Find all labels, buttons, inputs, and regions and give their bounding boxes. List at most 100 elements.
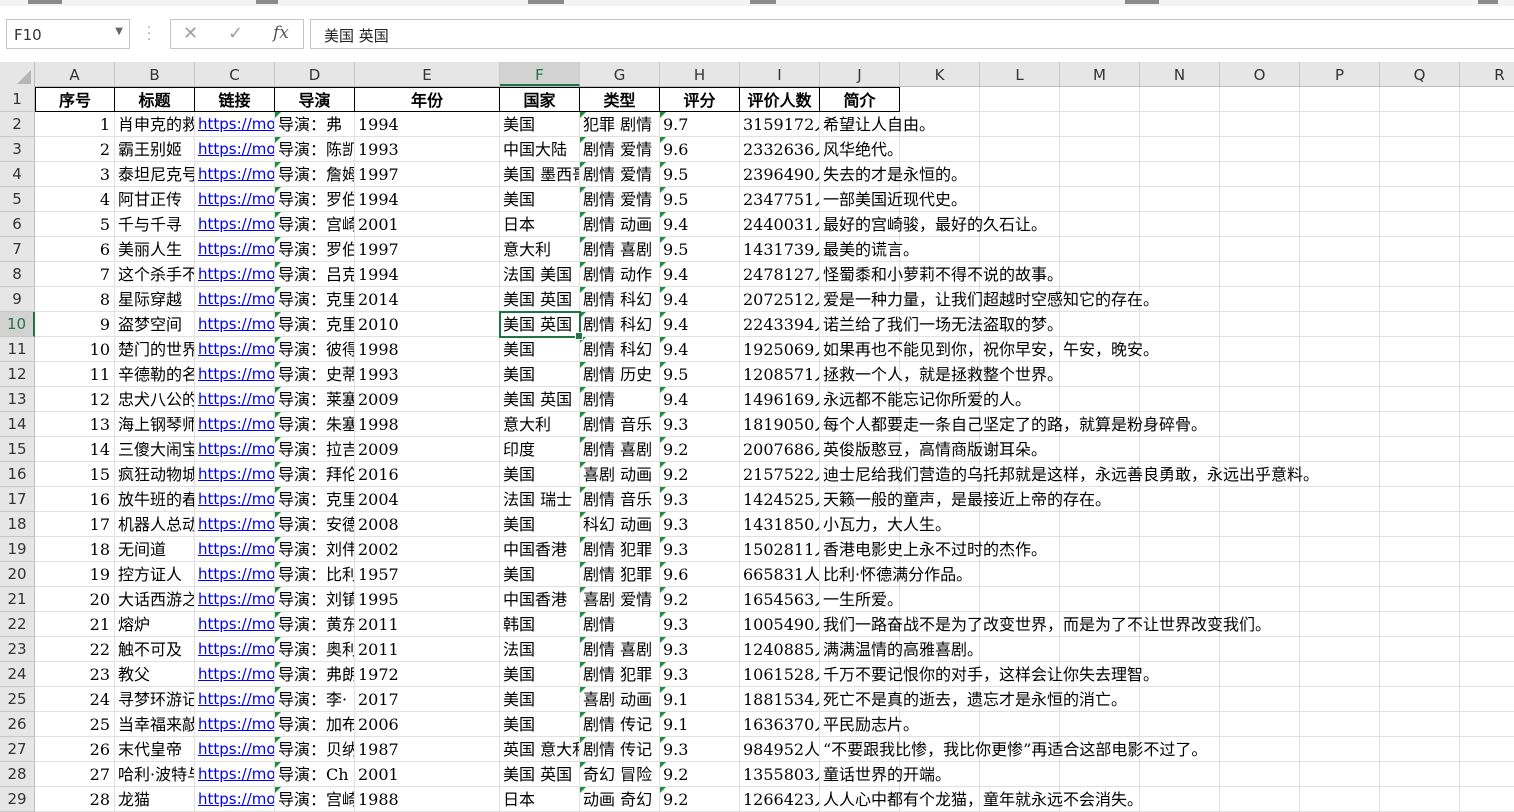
empty-cell[interactable] xyxy=(1380,362,1460,387)
empty-cell[interactable] xyxy=(1140,437,1220,462)
empty-cell[interactable] xyxy=(1060,762,1140,787)
data-cell[interactable]: 奇幻 冒险 xyxy=(580,762,660,787)
data-cell[interactable]: 喜剧 爱情 xyxy=(580,587,660,612)
data-cell[interactable]: 剧情 xyxy=(580,387,660,412)
data-cell[interactable]: 3159172人 xyxy=(740,112,820,137)
empty-cell[interactable] xyxy=(1380,487,1460,512)
row-header[interactable]: 17 xyxy=(0,487,35,512)
data-cell[interactable]: 9.3 xyxy=(660,637,740,662)
data-cell[interactable]: 美国 xyxy=(500,337,580,362)
data-cell[interactable]: 导演：加布 xyxy=(275,712,355,737)
empty-cell[interactable] xyxy=(1140,187,1220,212)
data-cell[interactable]: 导演：弗朗 xyxy=(275,662,355,687)
data-cell[interactable]: 9.5 xyxy=(660,237,740,262)
empty-cell[interactable] xyxy=(1220,362,1300,387)
empty-cell[interactable] xyxy=(1300,312,1380,337)
data-cell[interactable]: 剧情 犯罪 xyxy=(580,537,660,562)
link-cell[interactable]: https://movie.douban.com xyxy=(195,662,275,687)
empty-cell[interactable] xyxy=(1380,187,1460,212)
empty-cell[interactable] xyxy=(1140,562,1220,587)
data-cell[interactable]: 喜剧 动画 xyxy=(580,462,660,487)
data-cell[interactable]: 9.7 xyxy=(660,112,740,137)
empty-cell[interactable] xyxy=(1300,362,1380,387)
empty-cell[interactable] xyxy=(1460,387,1514,412)
data-cell[interactable]: 美国 xyxy=(500,562,580,587)
row-header[interactable]: 22 xyxy=(0,612,35,637)
link-cell[interactable]: https://movie.douban.com xyxy=(195,637,275,662)
empty-cell[interactable] xyxy=(1060,587,1140,612)
data-cell[interactable]: 如果再也不能见到你，祝你早安，午安，晚安。 xyxy=(820,337,1159,362)
row-header[interactable]: 8 xyxy=(0,262,35,287)
data-cell[interactable]: 剧情 动画 xyxy=(580,212,660,237)
data-cell[interactable]: 1994 xyxy=(355,112,500,137)
row-header[interactable]: 28 xyxy=(0,762,35,787)
empty-cell[interactable] xyxy=(1380,687,1460,712)
data-cell[interactable]: 导演：安德 xyxy=(275,512,355,537)
data-cell[interactable]: 2008 xyxy=(355,512,500,537)
empty-cell[interactable] xyxy=(1220,287,1300,312)
data-cell[interactable]: 当幸福来敲门 xyxy=(115,712,195,737)
column-header-h[interactable]: H xyxy=(660,62,740,86)
empty-cell[interactable] xyxy=(1220,562,1300,587)
data-cell[interactable]: 导演：李· xyxy=(275,687,355,712)
data-cell[interactable]: 剧情 科幻 xyxy=(580,337,660,362)
data-cell[interactable]: 2010 xyxy=(355,312,500,337)
data-cell[interactable]: 9.2 xyxy=(660,437,740,462)
empty-cell[interactable] xyxy=(1380,562,1460,587)
data-cell[interactable]: 1987 xyxy=(355,737,500,762)
column-header-b[interactable]: B xyxy=(115,62,195,86)
empty-cell[interactable] xyxy=(1460,362,1514,387)
data-cell[interactable]: 1431739人 xyxy=(740,237,820,262)
link-cell[interactable]: https://movie.douban.com xyxy=(195,737,275,762)
data-cell[interactable]: 10 xyxy=(35,337,115,362)
data-cell[interactable]: 2009 xyxy=(355,387,500,412)
data-cell[interactable]: 1994 xyxy=(355,262,500,287)
row-header[interactable]: 25 xyxy=(0,687,35,712)
link-cell[interactable]: https://movie.douban.com xyxy=(195,537,275,562)
data-cell[interactable]: 1957 xyxy=(355,562,500,587)
row-header[interactable]: 16 xyxy=(0,462,35,487)
empty-cell[interactable] xyxy=(1380,87,1460,112)
data-cell[interactable]: 剧情 历史 xyxy=(580,362,660,387)
empty-cell[interactable] xyxy=(1060,362,1140,387)
link-cell[interactable]: https://movie.douban.com xyxy=(195,787,275,812)
row-header[interactable]: 14 xyxy=(0,412,35,437)
data-cell[interactable]: 2011 xyxy=(355,637,500,662)
data-cell[interactable]: 2002 xyxy=(355,537,500,562)
link-cell[interactable]: https://movie.douban.com xyxy=(195,212,275,237)
data-cell[interactable]: 22 xyxy=(35,637,115,662)
empty-cell[interactable] xyxy=(1380,337,1460,362)
empty-cell[interactable] xyxy=(1300,562,1380,587)
data-cell[interactable]: 日本 xyxy=(500,787,580,812)
data-cell[interactable]: 25 xyxy=(35,712,115,737)
data-cell[interactable]: 阿甘正传 xyxy=(115,187,195,212)
data-cell[interactable]: 比利·怀德满分作品。 xyxy=(820,562,972,587)
empty-cell[interactable] xyxy=(1220,587,1300,612)
column-header-m[interactable]: M xyxy=(1060,62,1140,86)
data-cell[interactable]: 2072512人 xyxy=(740,287,820,312)
empty-cell[interactable] xyxy=(1140,387,1220,412)
empty-cell[interactable] xyxy=(1380,412,1460,437)
empty-cell[interactable] xyxy=(980,512,1060,537)
data-cell[interactable]: 4 xyxy=(35,187,115,212)
empty-cell[interactable] xyxy=(1460,512,1514,537)
empty-cell[interactable] xyxy=(1380,312,1460,337)
row-header[interactable]: 23 xyxy=(0,637,35,662)
cancel-icon[interactable]: ✕ xyxy=(183,23,198,44)
empty-cell[interactable] xyxy=(1300,337,1380,362)
empty-cell[interactable] xyxy=(980,762,1060,787)
empty-cell[interactable] xyxy=(1300,587,1380,612)
data-cell[interactable]: 永远都不能忘记你所爱的人。 xyxy=(820,387,1031,412)
row-header[interactable]: 3 xyxy=(0,137,35,162)
empty-cell[interactable] xyxy=(1460,337,1514,362)
empty-cell[interactable] xyxy=(1300,137,1380,162)
data-cell[interactable]: 2396490人 xyxy=(740,162,820,187)
row-header[interactable]: 29 xyxy=(0,787,35,812)
empty-cell[interactable] xyxy=(1460,612,1514,637)
data-cell[interactable]: 星际穿越 xyxy=(115,287,195,312)
link-cell[interactable]: https://movie.douban.com xyxy=(195,162,275,187)
data-cell[interactable]: 海上钢琴师 xyxy=(115,412,195,437)
row-header[interactable]: 6 xyxy=(0,212,35,237)
data-cell[interactable]: 导演：克里 xyxy=(275,312,355,337)
empty-cell[interactable] xyxy=(1060,87,1140,112)
